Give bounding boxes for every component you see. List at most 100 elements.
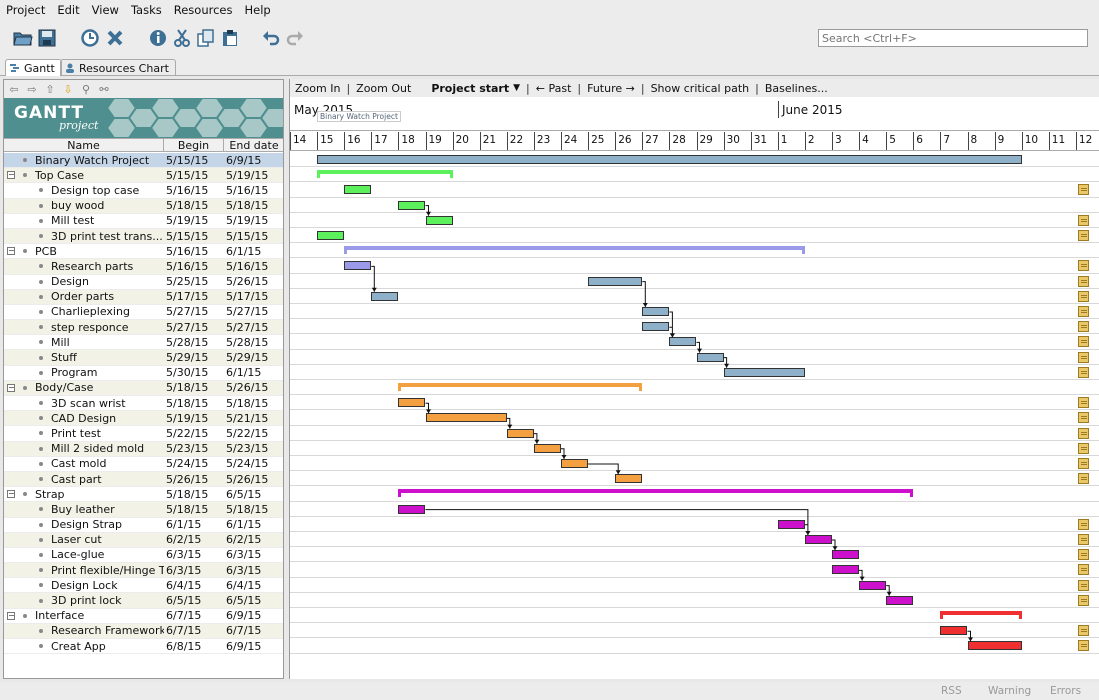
summary-bar[interactable] [940, 611, 1022, 619]
critical-path-button[interactable]: Show critical path [651, 82, 750, 95]
task-row[interactable]: buy wood 5/18/15 5/18/15 [4, 198, 283, 214]
task-row[interactable]: Print flexible/Hinge T... 6/3/15 6/3/15 [4, 563, 283, 579]
arrow-down-icon[interactable]: ⇩ [61, 82, 75, 96]
rss-status[interactable]: RSS [941, 685, 962, 697]
task-bar[interactable] [398, 504, 426, 514]
task-bar[interactable] [425, 413, 507, 423]
note-icon[interactable] [1078, 412, 1089, 424]
task-bar[interactable] [317, 155, 1022, 164]
task-row[interactable]: Design top case 5/16/15 5/16/15 [4, 183, 283, 199]
task-row[interactable]: Print test 5/22/15 5/22/15 [4, 426, 283, 442]
task-bar[interactable] [642, 322, 670, 332]
task-bar[interactable] [371, 291, 399, 301]
task-bar[interactable] [398, 200, 426, 210]
errors-status[interactable]: Errors [1050, 685, 1081, 697]
task-bar[interactable] [777, 519, 805, 529]
note-icon[interactable] [1078, 336, 1089, 348]
arrow-right-icon[interactable]: ⇨ [25, 82, 39, 96]
collapse-toggle-icon[interactable]: − [7, 247, 15, 256]
note-icon[interactable] [1078, 442, 1089, 454]
note-icon[interactable] [1078, 214, 1089, 226]
chevron-down-icon[interactable]: ▼ [513, 83, 520, 93]
task-row[interactable]: CAD Design 5/19/15 5/21/15 [4, 411, 283, 427]
note-icon[interactable] [1078, 260, 1089, 272]
link-icon[interactable]: ⚲ [79, 82, 93, 96]
task-row[interactable]: 3D print test trans... 5/15/15 5/15/15 [4, 228, 283, 245]
summary-bar[interactable] [344, 246, 805, 255]
open-project-icon[interactable] [12, 27, 34, 49]
copy-icon[interactable] [195, 27, 217, 49]
task-bar[interactable] [588, 276, 643, 286]
task-bar[interactable] [533, 443, 561, 453]
summary-bar[interactable] [398, 383, 643, 391]
task-bar[interactable] [642, 307, 670, 316]
task-bar[interactable] [425, 215, 453, 225]
info-icon[interactable] [147, 27, 169, 49]
cut-icon[interactable] [171, 27, 193, 49]
task-row[interactable]: Order parts 5/17/15 5/17/15 [4, 289, 283, 305]
task-row[interactable]: Mill test 5/19/15 5/19/15 [4, 214, 283, 229]
task-bar[interactable] [344, 185, 372, 195]
note-icon[interactable] [1078, 184, 1089, 196]
note-icon[interactable] [1078, 230, 1089, 241]
task-bar[interactable] [967, 641, 1022, 651]
menu-resources[interactable]: Resources [174, 3, 233, 17]
task-row[interactable]: − PCB 5/16/15 6/1/15 [4, 244, 283, 260]
task-bar[interactable] [804, 535, 832, 544]
save-icon[interactable] [36, 27, 58, 49]
column-name-header[interactable]: Name [4, 139, 164, 152]
task-bar[interactable] [886, 595, 914, 605]
task-row[interactable]: step responce 5/27/15 5/27/15 [4, 320, 283, 336]
task-bar[interactable] [317, 231, 345, 240]
note-icon[interactable] [1078, 427, 1089, 439]
note-icon[interactable] [1078, 290, 1089, 302]
menu-view[interactable]: View [92, 3, 119, 17]
task-bar[interactable] [561, 459, 589, 468]
note-icon[interactable] [1078, 549, 1089, 561]
undo-icon[interactable] [260, 27, 282, 49]
delete-icon[interactable] [104, 27, 126, 49]
baselines-button[interactable]: Baselines... [765, 82, 828, 95]
note-icon[interactable] [1078, 473, 1089, 485]
note-icon[interactable] [1078, 625, 1089, 637]
task-bar[interactable] [669, 337, 697, 347]
task-bar[interactable] [344, 261, 372, 271]
task-row[interactable]: Laser cut 6/2/15 6/2/15 [4, 532, 283, 548]
note-icon[interactable] [1078, 306, 1089, 317]
task-bar[interactable] [398, 398, 426, 408]
note-icon[interactable] [1078, 275, 1089, 287]
task-bar[interactable] [615, 474, 643, 484]
task-row[interactable]: Cast mold 5/24/15 5/24/15 [4, 457, 283, 472]
task-row[interactable]: Binary Watch Project 5/15/15 6/9/15 [4, 153, 283, 169]
collapse-toggle-icon[interactable]: − [7, 611, 15, 620]
note-icon[interactable] [1078, 518, 1089, 530]
task-row[interactable]: Research parts 5/16/15 5/16/15 [4, 259, 283, 275]
task-row[interactable]: Buy leather 5/18/15 5/18/15 [4, 502, 283, 518]
collapse-toggle-icon[interactable]: − [7, 383, 15, 392]
task-row[interactable]: Research Framework 6/7/15 6/7/15 [4, 623, 283, 639]
past-button[interactable]: ← Past [536, 82, 572, 95]
task-bar[interactable] [723, 367, 805, 377]
task-row[interactable]: − Strap 5/18/15 6/5/15 [4, 487, 283, 503]
note-icon[interactable] [1078, 351, 1089, 363]
column-begin-header[interactable]: Begin date [164, 139, 224, 165]
task-row[interactable]: − Top Case 5/15/15 5/19/15 [4, 168, 283, 184]
task-row[interactable]: − Interface 6/7/15 6/9/15 [4, 609, 283, 624]
tab-resources-chart[interactable]: Resources Chart [60, 59, 176, 76]
task-bar[interactable] [859, 580, 887, 590]
task-row[interactable]: Stuff 5/29/15 5/29/15 [4, 350, 283, 366]
note-icon[interactable] [1078, 366, 1089, 378]
note-icon[interactable] [1078, 564, 1089, 576]
task-bar[interactable] [696, 352, 724, 362]
note-icon[interactable] [1078, 534, 1089, 545]
search-input[interactable] [818, 29, 1088, 47]
task-bar[interactable] [940, 626, 968, 636]
task-row[interactable]: − Body/Case 5/18/15 5/26/15 [4, 380, 283, 396]
future-button[interactable]: Future → [587, 82, 635, 95]
clock-icon[interactable] [79, 27, 101, 49]
column-end-header[interactable]: End date [224, 139, 283, 152]
redo-icon[interactable] [284, 27, 306, 49]
task-row[interactable]: Charlieplexing 5/27/15 5/27/15 [4, 305, 283, 321]
task-bar[interactable] [832, 565, 860, 575]
collapse-toggle-icon[interactable]: − [7, 490, 15, 499]
